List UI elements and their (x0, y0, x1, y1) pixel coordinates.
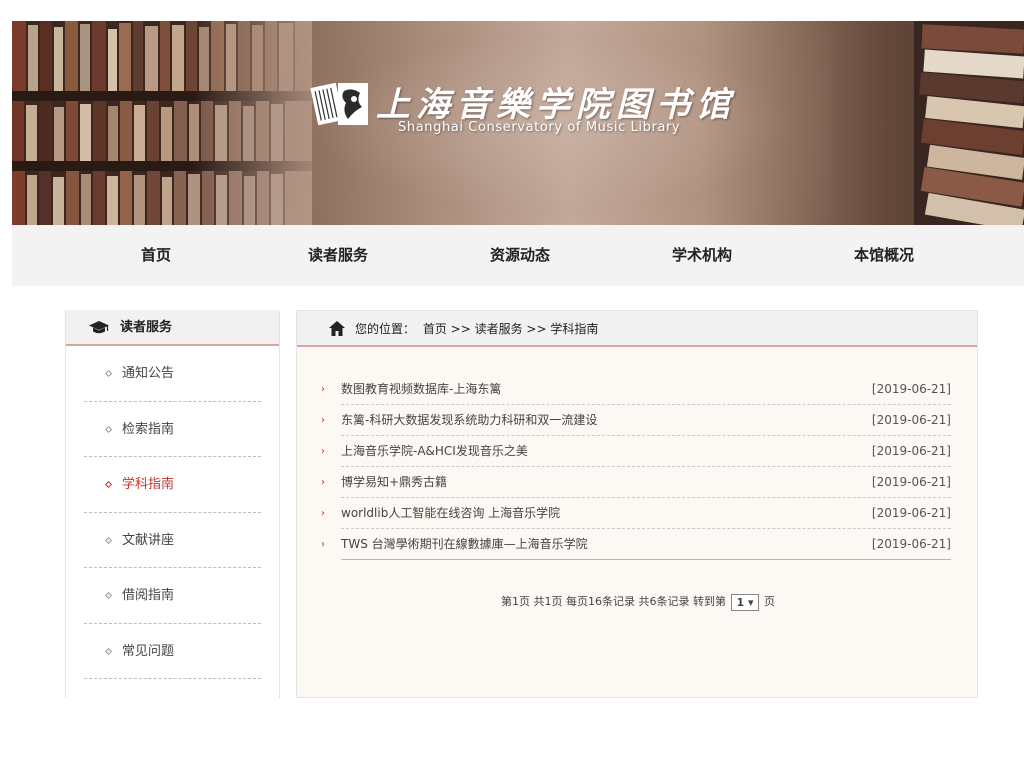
list-item[interactable]: › 数图教育视频数据库-上海东篱 [2019-06-21] (321, 374, 951, 405)
article-date: [2019-06-21] (871, 382, 951, 396)
nav-item-academic[interactable]: 学术机构 (642, 225, 762, 286)
list-item[interactable]: › 东篱-科研大数据发现系统助力科研和双一流建设 [2019-06-21] (321, 405, 951, 436)
arrow-bullet-icon: › (321, 508, 325, 519)
sidebar-item-label: 检索指南 (122, 421, 175, 437)
diamond-bullet-icon (104, 536, 113, 544)
main-navigation: 首页 读者服务 资源动态 学术机构 本馆概况 (12, 225, 1024, 286)
article-title[interactable]: worldlib人工智能在线咨询 上海音乐学院 (341, 506, 560, 520)
nav-item-reader-services[interactable]: 读者服务 (278, 225, 398, 286)
sidebar-menu: 通知公告 检索指南 学科指南 文献讲座 借阅指南 常见问题 (84, 346, 261, 679)
article-title[interactable]: 上海音乐学院-A&HCI发现音乐之美 (341, 444, 528, 458)
sidebar-item-label: 文献讲座 (122, 532, 175, 548)
article-date: [2019-06-21] (871, 444, 951, 458)
pagination-summary: 第1页 共1页 每页16条记录 共6条记录 转到第 (501, 595, 726, 608)
library-name-english: Shanghai Conservatory of Music Library (398, 120, 681, 135)
diamond-bullet-icon (104, 369, 113, 378)
conservatory-emblem-icon (310, 82, 368, 126)
sidebar-title: 读者服务 (120, 320, 173, 335)
article-title[interactable]: TWS 台灣學術期刊在線數據庫—上海音乐学院 (341, 537, 588, 551)
sidebar-header: 读者服务 (66, 310, 279, 346)
list-item[interactable]: › 上海音乐学院-A&HCI发现音乐之美 [2019-06-21] (321, 436, 951, 467)
breadcrumb-path[interactable]: 首页 >> 读者服务 >> 学科指南 (423, 322, 598, 336)
article-date: [2019-06-21] (871, 413, 951, 427)
nav-item-home[interactable]: 首页 (96, 225, 216, 286)
home-icon[interactable] (329, 321, 345, 336)
sidebar-item-search-guide[interactable]: 检索指南 (84, 402, 261, 457)
article-title[interactable]: 博学易知+鼎秀古籍 (341, 475, 447, 489)
diamond-bullet-icon (104, 591, 113, 600)
sidebar-item-label: 通知公告 (122, 366, 175, 381)
graduation-cap-icon (89, 321, 109, 334)
article-date: [2019-06-21] (871, 475, 951, 489)
arrow-bullet-icon: › (321, 415, 325, 426)
diamond-bullet-icon (104, 480, 113, 489)
sidebar-item-lectures[interactable]: 文献讲座 (84, 513, 261, 568)
list-item[interactable]: › TWS 台灣學術期刊在線數據庫—上海音乐学院 [2019-06-21] (321, 529, 951, 560)
article-date: [2019-06-21] (871, 537, 951, 551)
nav-item-resources[interactable]: 资源动态 (460, 225, 580, 286)
diamond-bullet-icon (104, 647, 113, 655)
article-title[interactable]: 数图教育视频数据库-上海东篱 (341, 382, 501, 396)
bookshelf-image-right (914, 21, 1024, 225)
content-panel: 您的位置： 首页 >> 读者服务 >> 学科指南 › 数图教育视频数据库-上海东… (296, 310, 978, 698)
sidebar-item-label: 常见问题 (122, 643, 175, 659)
article-title[interactable]: 东篱-科研大数据发现系统助力科研和双一流建设 (341, 413, 597, 427)
sidebar-item-label: 借阅指南 (122, 588, 175, 603)
arrow-bullet-icon: › (321, 446, 325, 457)
sidebar-item-borrowing-guide[interactable]: 借阅指南 (84, 568, 261, 624)
bookshelf-image-left (12, 21, 312, 225)
pagination-suffix: 页 (764, 595, 775, 608)
list-item[interactable]: › worldlib人工智能在线咨询 上海音乐学院 [2019-06-21] (321, 498, 951, 529)
sidebar: 读者服务 通知公告 检索指南 学科指南 文献讲座 借阅指南 常见问题 (65, 310, 280, 698)
header-banner: 上海音樂学院图书馆 Shanghai Conservatory of Music… (12, 21, 1024, 225)
sidebar-item-faq[interactable]: 常见问题 (84, 624, 261, 679)
breadcrumb: 您的位置： 首页 >> 读者服务 >> 学科指南 (297, 311, 977, 347)
article-date: [2019-06-21] (871, 506, 951, 520)
arrow-bullet-icon: › (321, 384, 325, 395)
article-list: › 数图教育视频数据库-上海东篱 [2019-06-21] › 东篱-科研大数据… (317, 374, 951, 560)
sidebar-item-label: 学科指南 (122, 477, 175, 492)
sidebar-item-notices[interactable]: 通知公告 (84, 346, 261, 402)
breadcrumb-prefix: 您的位置： (355, 322, 416, 336)
pagination: 第1页 共1页 每页16条记录 共6条记录 转到第 1 ▾ 页 (297, 593, 979, 611)
nav-item-about[interactable]: 本馆概况 (824, 225, 944, 286)
arrow-bullet-icon: › (321, 477, 325, 488)
arrow-bullet-icon: › (321, 539, 325, 550)
list-item[interactable]: › 博学易知+鼎秀古籍 [2019-06-21] (321, 467, 951, 498)
library-name-chinese: 上海音樂学院图书馆 (376, 85, 736, 125)
library-logo[interactable]: 上海音樂学院图书馆 Shanghai Conservatory of Music… (310, 75, 750, 155)
sidebar-item-subject-guide[interactable]: 学科指南 (84, 457, 261, 513)
page-select[interactable]: 1 ▾ (731, 593, 759, 611)
diamond-bullet-icon (104, 425, 113, 433)
